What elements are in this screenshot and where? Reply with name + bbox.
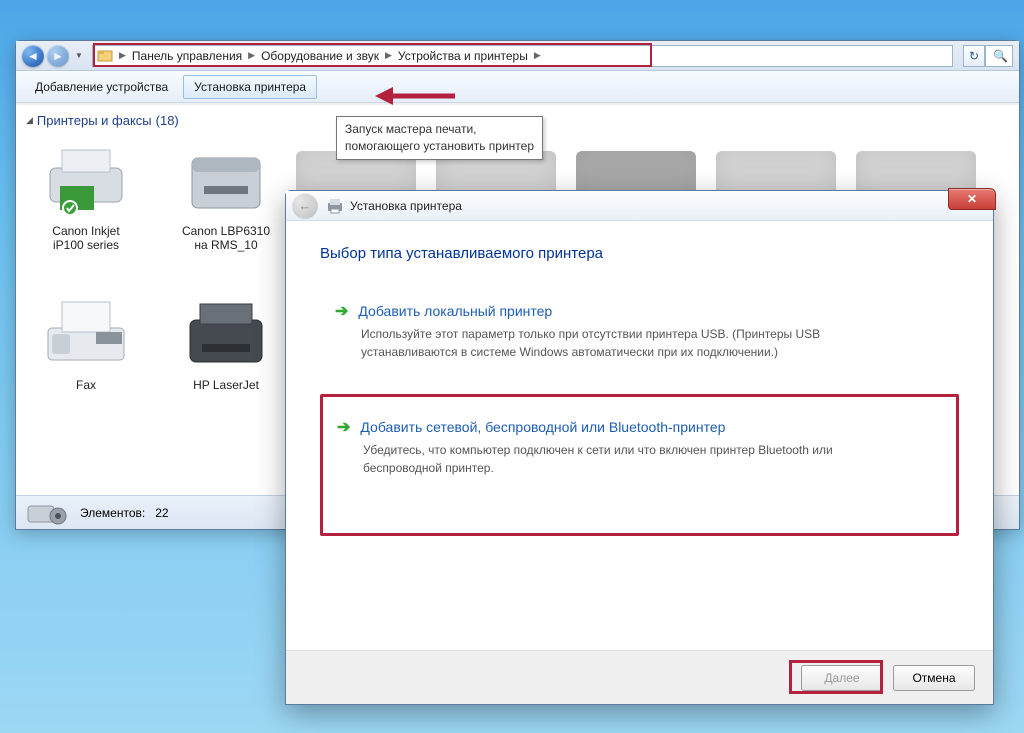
group-count: (18) xyxy=(156,113,179,128)
arrow-icon: ➔ xyxy=(335,301,348,321)
toolbar: Добавление устройства Установка принтера xyxy=(16,71,1019,103)
option-network-printer[interactable]: ➔ Добавить сетевой, беспроводной или Blu… xyxy=(320,394,959,536)
option-description: Убедитесь, что компьютер подключен к сет… xyxy=(337,441,897,477)
breadcrumb-item[interactable]: Устройства и принтеры xyxy=(394,49,532,63)
printer-label: HP LaserJet xyxy=(166,378,286,392)
printer-item[interactable]: HP LaserJet xyxy=(166,294,286,392)
nav-history-dropdown[interactable]: ▼ xyxy=(72,45,86,67)
laser-printer-icon xyxy=(182,294,270,372)
printer-icon xyxy=(326,197,344,215)
status-label: Элементов: xyxy=(80,506,145,520)
wizard-title-text: Установка принтера xyxy=(350,199,462,213)
close-button[interactable]: ✕ xyxy=(948,188,996,210)
wizard-titlebar: ← Установка принтера ✕ xyxy=(286,191,993,221)
devices-icon xyxy=(26,500,70,526)
search-icon: 🔍 xyxy=(993,49,1008,63)
chevron-right-icon: ▶ xyxy=(383,50,394,61)
option-title: Добавить локальный принтер xyxy=(358,303,552,319)
printer-label: Canon Inkjet xyxy=(26,224,146,238)
printer-label: iP100 series xyxy=(26,238,146,252)
nav-back-button[interactable]: ◄ xyxy=(22,45,44,67)
option-local-printer[interactable]: ➔ Добавить локальный принтер Используйте… xyxy=(320,290,959,376)
collapse-icon: ◢ xyxy=(26,115,33,126)
breadcrumb-item[interactable]: Оборудование и звук xyxy=(257,49,383,63)
next-button: Далее xyxy=(801,665,883,691)
wizard-button-bar: Далее Отмена xyxy=(286,650,993,704)
cancel-button[interactable]: Отмена xyxy=(893,665,975,691)
breadcrumb-item[interactable]: Панель управления xyxy=(128,49,246,63)
wizard-body: Выбор типа устанавливаемого принтера ➔ Д… xyxy=(286,221,993,536)
control-panel-icon xyxy=(97,48,113,64)
add-device-button[interactable]: Добавление устройства xyxy=(24,75,179,99)
add-printer-button[interactable]: Установка принтера xyxy=(183,75,317,99)
nav-forward-button[interactable]: ► xyxy=(47,45,69,67)
printer-item[interactable]: Fax xyxy=(26,294,146,392)
printer-label: на RMS_10 xyxy=(166,238,286,252)
chevron-right-icon: ▶ xyxy=(246,50,257,61)
refresh-button[interactable]: ↻ xyxy=(963,45,985,67)
status-count: 22 xyxy=(155,506,168,520)
option-title: Добавить сетевой, беспроводной или Bluet… xyxy=(360,419,725,435)
chevron-right-icon: ▶ xyxy=(117,50,128,61)
printer-item[interactable]: Canon LBP6310 на RMS_10 xyxy=(166,140,286,252)
wizard-heading: Выбор типа устанавливаемого принтера xyxy=(320,245,959,262)
arrow-icon: ➔ xyxy=(337,417,350,437)
search-box[interactable]: 🔍 xyxy=(985,45,1013,67)
fax-icon xyxy=(42,294,130,372)
laser-printer-icon xyxy=(182,140,270,218)
address-bar[interactable]: ▶ Панель управления ▶ Оборудование и зву… xyxy=(92,45,953,67)
printer-label: Fax xyxy=(26,378,146,392)
group-title: Принтеры и факсы xyxy=(37,113,152,128)
option-description: Используйте этот параметр только при отс… xyxy=(335,325,895,361)
add-printer-wizard: ← Установка принтера ✕ Выбор типа устана… xyxy=(285,190,994,705)
printer-label: Canon LBP6310 xyxy=(166,224,286,238)
inkjet-printer-icon xyxy=(42,140,130,218)
printer-item[interactable]: Canon Inkjet iP100 series xyxy=(26,140,146,252)
nav-bar: ◄ ► ▼ ▶ Панель управления ▶ Оборудование… xyxy=(16,41,1019,71)
wizard-back-button: ← xyxy=(292,193,318,219)
tooltip: Запуск мастера печати, помогающего устан… xyxy=(336,116,543,160)
chevron-right-icon: ▶ xyxy=(532,50,543,61)
